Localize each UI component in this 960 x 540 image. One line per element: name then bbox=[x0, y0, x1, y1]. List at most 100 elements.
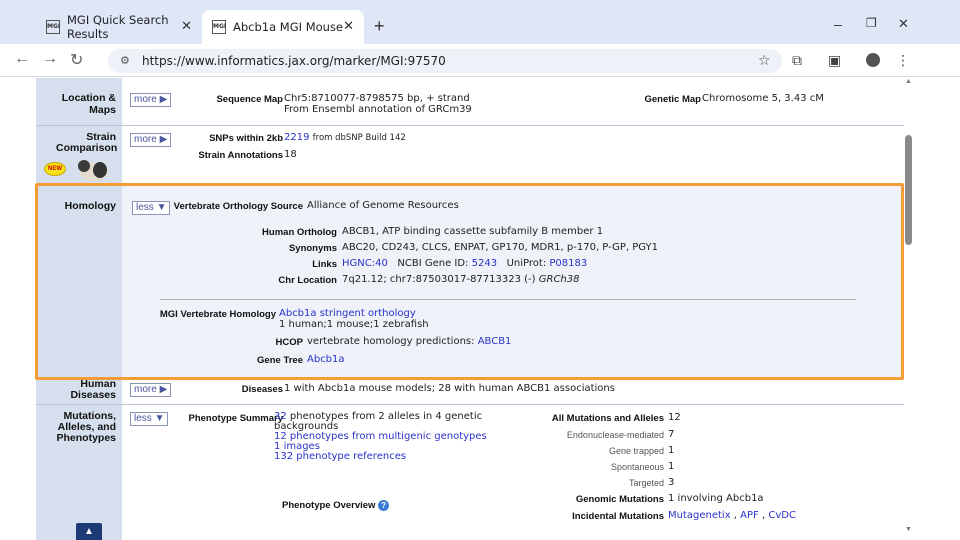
mutagenetix-link[interactable]: Mutagenetix bbox=[668, 510, 731, 521]
all-mutations-count[interactable]: 12 bbox=[668, 412, 681, 423]
reload-icon[interactable]: ↻ bbox=[70, 50, 83, 70]
section-body: more ▶ Sequence Map Chr5:8710077-8798575… bbox=[122, 78, 904, 125]
diseases-value: 1 with Abcb1a mouse models; 28 with huma… bbox=[284, 383, 615, 394]
endonuclease-count[interactable]: 7 bbox=[668, 429, 674, 440]
profile-avatar[interactable] bbox=[866, 53, 880, 67]
snps-label: SNPs within 2kb bbox=[209, 133, 283, 144]
section-body: less ▼ Vertebrate Orthology Source Allia… bbox=[122, 186, 904, 378]
phenotype-summary-label: Phenotype Summary bbox=[188, 413, 284, 424]
incidental-mutations-label: Incidental Mutations bbox=[572, 511, 664, 522]
orthology-source-label: Vertebrate Orthology Source bbox=[173, 201, 303, 212]
hcop-value: vertebrate homology predictions: ABCB1 bbox=[307, 336, 512, 347]
forward-icon[interactable]: → bbox=[42, 50, 58, 68]
references-link[interactable]: 132 bbox=[274, 451, 293, 462]
mutations-section: Mutations, Alleles, and Phenotypes ▲ les… bbox=[36, 404, 904, 540]
tab-strip: MGI MGI Quick Search Results ✕ MGI Abcb1… bbox=[0, 0, 960, 44]
chr-location-value: 7q21.12; chr7:87503017-87713323 (-) GRCh… bbox=[342, 274, 580, 285]
location-maps-section: Location & Maps more ▶ Sequence Map Chr5… bbox=[36, 78, 904, 125]
mgi-favicon-icon: MGI bbox=[212, 20, 226, 34]
genetic-map-value: Chromosome 5, 3.43 cM bbox=[702, 93, 824, 104]
tab-quick-search[interactable]: MGI MGI Quick Search Results ✕ bbox=[36, 10, 202, 44]
bookmark-star-icon[interactable]: ☆ bbox=[758, 52, 771, 69]
gene-tree-label: Gene Tree bbox=[257, 355, 303, 366]
orthology-source-value: Alliance of Genome Resources bbox=[307, 200, 459, 211]
human-ortholog-value: ABCB1, ATP binding cassette subfamily B … bbox=[342, 226, 604, 237]
page-content: Location & Maps more ▶ Sequence Map Chr5… bbox=[0, 78, 904, 540]
section-label: Mutations, Alleles, and Phenotypes bbox=[36, 405, 122, 540]
scroll-down-icon[interactable]: ▼ bbox=[905, 526, 912, 533]
links-label: Links bbox=[312, 259, 337, 270]
more-button[interactable]: more ▶ bbox=[130, 93, 172, 107]
more-button[interactable]: more ▶ bbox=[130, 133, 172, 147]
human-diseases-section: Human Diseases more ▶ Diseases 1 with Ab… bbox=[36, 378, 904, 404]
sequence-map-value: Chr5:8710077-8798575 bp, + strand From E… bbox=[284, 93, 472, 115]
synonyms-value: ABC20, CD243, CLCS, ENPAT, GP170, MDR1, … bbox=[342, 242, 658, 253]
help-icon[interactable]: ? bbox=[378, 500, 390, 511]
page-margin bbox=[916, 78, 960, 540]
section-label: Human Diseases bbox=[36, 379, 122, 404]
ncbi-gene-link[interactable]: 5243 bbox=[472, 258, 497, 269]
hcop-link[interactable]: ABCB1 bbox=[478, 336, 512, 347]
restore-button[interactable]: ❐ bbox=[866, 16, 877, 30]
endonuclease-label: Endonuclease-mediated bbox=[566, 430, 664, 440]
genetic-map-label: Genetic Map bbox=[644, 94, 702, 105]
section-label: Location & Maps bbox=[36, 78, 122, 125]
close-tab-icon[interactable]: ✕ bbox=[343, 19, 354, 34]
mgi-homology-value: Abcb1a stringent orthology 1 human;1 mou… bbox=[279, 308, 429, 330]
mouse-mascot-icon bbox=[72, 156, 112, 182]
new-tab-button[interactable]: + bbox=[374, 16, 385, 37]
genomic-mutations-value: 1 involving Abcb1a bbox=[668, 493, 764, 504]
mgi-orthology-link[interactable]: Abcb1a stringent orthology bbox=[279, 308, 429, 319]
scrollbar-thumb[interactable] bbox=[905, 135, 912, 245]
section-body: more ▶ Diseases 1 with Abcb1a mouse mode… bbox=[122, 379, 904, 404]
section-body: less ▼ Phenotype Summary 32 phenotypes f… bbox=[122, 405, 904, 540]
apf-link[interactable]: APF bbox=[740, 510, 759, 521]
targeted-count[interactable]: 3 bbox=[668, 477, 674, 488]
tab-title: Abcb1a MGI Mouse Gene Deta bbox=[233, 20, 343, 34]
all-mutations-label: All Mutations and Alleles bbox=[551, 413, 664, 424]
scroll-up-icon[interactable]: ▲ bbox=[905, 78, 912, 85]
phenotype-overview-label: Phenotype Overview ? bbox=[282, 500, 390, 511]
section-label: Homology bbox=[36, 186, 122, 378]
back-icon[interactable]: ← bbox=[14, 50, 30, 68]
sequence-map-label: Sequence Map bbox=[216, 94, 283, 105]
scroll-to-top-button[interactable]: ▲ bbox=[76, 523, 102, 540]
gene-trapped-label: Gene trapped bbox=[608, 446, 664, 456]
browser-toolbar: ← → ↻ ⚙ https://www.informatics.jax.org/… bbox=[0, 44, 960, 77]
strain-annotations-value: 18 bbox=[284, 149, 297, 160]
site-info-icon[interactable]: ⚙ bbox=[120, 49, 130, 73]
more-button[interactable]: more ▶ bbox=[130, 383, 172, 397]
divider bbox=[160, 299, 856, 300]
homology-section: Homology less ▼ Vertebrate Orthology Sou… bbox=[36, 185, 904, 378]
new-badge-icon: NEW bbox=[44, 162, 66, 176]
minimize-button[interactable]: – bbox=[834, 16, 842, 32]
strain-comparison-section: Strain Comparison NEW more ▶ SNPs within… bbox=[36, 125, 904, 185]
mgi-homology-label: MGI Vertebrate Homology bbox=[159, 309, 276, 320]
menu-icon[interactable]: ⋮ bbox=[896, 52, 910, 69]
section-body: more ▶ SNPs within 2kb 2219 from dbSNP B… bbox=[122, 126, 904, 185]
phenotype-summary-value: 32 phenotypes from 2 alleles in 4 geneti… bbox=[274, 411, 487, 462]
reading-list-icon[interactable]: ▣ bbox=[828, 52, 841, 69]
close-tab-icon[interactable]: ✕ bbox=[181, 19, 192, 34]
cvdc-link[interactable]: CvDC bbox=[768, 510, 796, 521]
hgnc-link[interactable]: HGNC:40 bbox=[342, 258, 388, 269]
less-button[interactable]: less ▼ bbox=[130, 412, 169, 426]
snps-value: 2219 from dbSNP Build 142 bbox=[284, 132, 406, 143]
close-window-button[interactable]: ✕ bbox=[898, 16, 909, 32]
incidental-mutations-value: Mutagenetix , APF , CvDC bbox=[668, 510, 796, 521]
address-bar[interactable]: ⚙ https://www.informatics.jax.org/marker… bbox=[108, 49, 782, 73]
diseases-label: Diseases bbox=[241, 384, 283, 395]
human-ortholog-label: Human Ortholog bbox=[262, 227, 337, 238]
mgi-favicon-icon: MGI bbox=[46, 20, 60, 34]
strain-annotations-label: Strain Annotations bbox=[198, 150, 283, 161]
chr-location-label: Chr Location bbox=[278, 275, 337, 286]
spontaneous-count[interactable]: 1 bbox=[668, 461, 674, 472]
gene-trapped-count[interactable]: 1 bbox=[668, 445, 674, 456]
snps-count-link[interactable]: 2219 bbox=[284, 132, 309, 143]
uniprot-link[interactable]: P08183 bbox=[549, 258, 587, 269]
extensions-icon[interactable]: ⧉ bbox=[792, 52, 802, 69]
tab-abcb1a[interactable]: MGI Abcb1a MGI Mouse Gene Deta ✕ bbox=[202, 10, 364, 44]
spontaneous-label: Spontaneous bbox=[610, 462, 664, 472]
gene-tree-link[interactable]: Abcb1a bbox=[307, 354, 345, 365]
less-button[interactable]: less ▼ bbox=[132, 201, 171, 215]
